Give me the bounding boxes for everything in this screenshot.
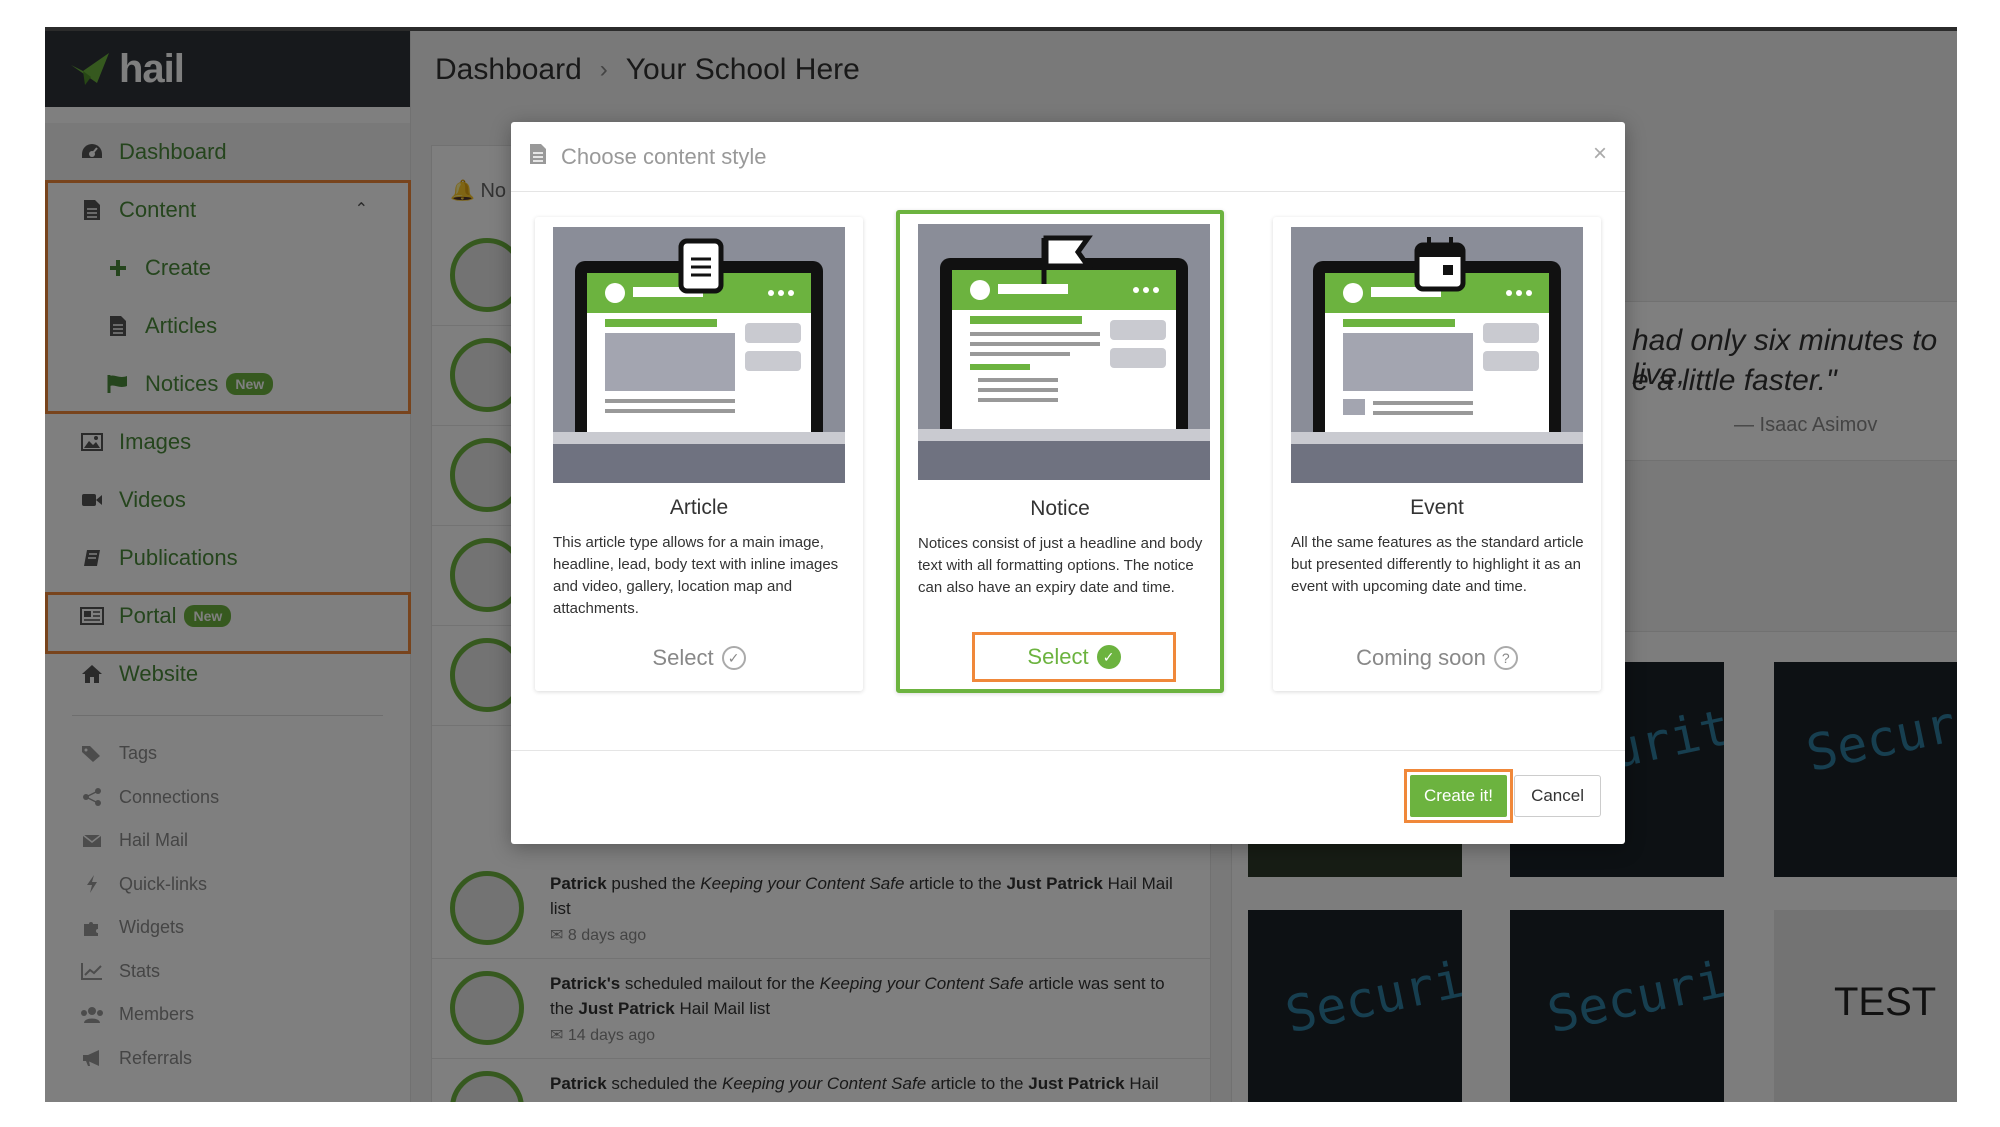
coming-soon-text: Coming soon bbox=[1356, 645, 1486, 670]
question-circle-icon: ? bbox=[1493, 646, 1518, 670]
event-illustration bbox=[1291, 227, 1583, 483]
content-style-card-notice[interactable]: Notice Notices consist of just a headlin… bbox=[896, 210, 1224, 693]
select-label: Select bbox=[652, 645, 714, 670]
close-icon[interactable]: × bbox=[1593, 140, 1607, 168]
content-style-card-event: Event All the same features as the stand… bbox=[1273, 217, 1601, 691]
content-style-card-article[interactable]: Article This article type allows for a m… bbox=[535, 217, 863, 691]
card-description: This article type allows for a main imag… bbox=[553, 534, 839, 617]
app-window: hail Dashboard Content ⌃ Create bbox=[45, 27, 1957, 1102]
article-illustration bbox=[553, 227, 845, 483]
coming-soon-label: Coming soon ? bbox=[1273, 645, 1601, 671]
check-circle-icon: ✓ bbox=[721, 646, 746, 670]
create-button-highlight: Create it! bbox=[1404, 769, 1513, 823]
document-icon bbox=[529, 143, 547, 170]
card-description: Notices consist of just a headline and b… bbox=[918, 535, 1203, 596]
card-title: Article bbox=[669, 496, 729, 519]
select-notice-button[interactable]: Select ✓ bbox=[972, 632, 1176, 682]
card-title: Event bbox=[1410, 496, 1464, 519]
card-description: All the same features as the standard ar… bbox=[1291, 534, 1584, 595]
select-label: Select bbox=[1027, 644, 1089, 669]
cancel-button[interactable]: Cancel bbox=[1514, 775, 1601, 817]
notice-illustration bbox=[918, 224, 1210, 480]
modal-footer: Create it! Cancel bbox=[511, 750, 1625, 844]
select-article-button[interactable]: Select ✓ bbox=[535, 645, 863, 671]
check-circle-icon: ✓ bbox=[1096, 645, 1121, 669]
modal-header: Choose content style × bbox=[511, 122, 1625, 192]
card-title: Notice bbox=[1030, 497, 1090, 520]
create-it-button[interactable]: Create it! bbox=[1410, 775, 1507, 817]
choose-content-style-modal: Choose content style × Article This arti… bbox=[511, 122, 1625, 844]
modal-title: Choose content style bbox=[561, 143, 767, 169]
